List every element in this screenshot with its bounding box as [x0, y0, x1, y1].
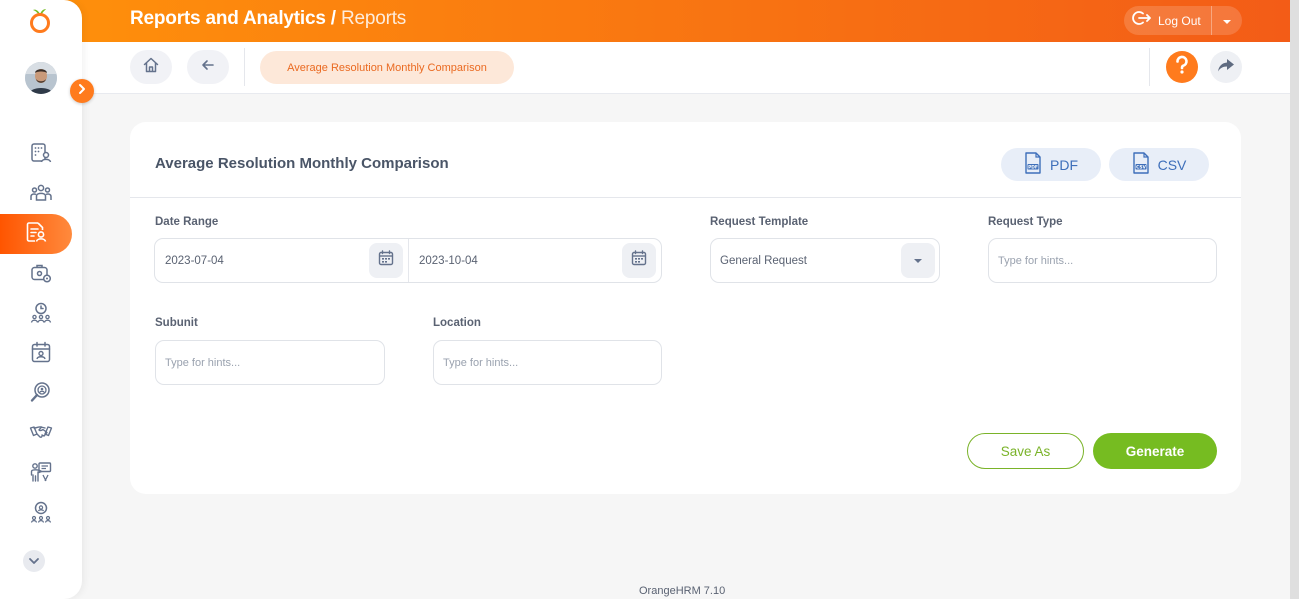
- date-range-field: 2023-07-04 2023-10-04: [154, 238, 662, 283]
- chevron-right-icon: [77, 82, 87, 100]
- export-pdf-button[interactable]: PDF PDF: [1001, 148, 1101, 181]
- share-arrow-icon: [1217, 57, 1235, 78]
- report-filter-card: Average Resolution Monthly Comparison PD…: [130, 122, 1241, 494]
- request-template-value: General Request: [720, 254, 807, 267]
- avatar[interactable]: [25, 62, 57, 94]
- recruitment-icon: [29, 380, 53, 409]
- sidebar-item-people[interactable]: [0, 175, 82, 215]
- location-input[interactable]: [443, 356, 661, 369]
- caret-down-icon: [1222, 12, 1232, 30]
- location-label: Location: [433, 317, 481, 329]
- logout-dropdown-button[interactable]: [1212, 6, 1242, 35]
- sidebar-item-relations[interactable]: [0, 414, 82, 454]
- breadcrumb: Average Resolution Monthly Comparison: [260, 51, 514, 84]
- caret-down-icon: [913, 255, 923, 267]
- arrow-left-icon: [200, 57, 216, 78]
- logout-button-group: Log Out: [1124, 6, 1242, 35]
- pdf-label: PDF: [1050, 156, 1078, 173]
- logout-label: Log Out: [1158, 13, 1201, 28]
- directory-icon: [29, 141, 53, 170]
- footer-version: OrangeHRM 7.10: [639, 585, 726, 597]
- sidebar-toggle-button[interactable]: [70, 79, 94, 103]
- request-type-input[interactable]: [998, 254, 1216, 267]
- title-separator: /: [325, 8, 341, 29]
- request-template-dropdown-button[interactable]: [901, 243, 935, 278]
- toolbar-divider: [244, 48, 245, 86]
- module-subtitle: Reports: [340, 8, 407, 29]
- chevron-down-icon: [28, 552, 40, 570]
- module-title: Reports and Analytics: [130, 8, 326, 29]
- sidebar-item-calendar[interactable]: [0, 334, 82, 374]
- request-type-label: Request Type: [988, 216, 1063, 228]
- calendar-icon: [29, 340, 53, 369]
- subunit-field: [155, 340, 385, 385]
- csv-file-icon: CSV: [1132, 152, 1158, 177]
- sidebar-item-time[interactable]: [0, 295, 82, 335]
- subunit-label: Subunit: [155, 317, 198, 329]
- svg-text:CSV: CSV: [1136, 164, 1146, 170]
- sidebar-item-directory[interactable]: [0, 135, 82, 175]
- card-divider: [130, 197, 1241, 198]
- request-template-label: Request Template: [710, 216, 809, 228]
- time-icon: [29, 301, 53, 330]
- date-to-calendar-button[interactable]: [622, 243, 656, 278]
- share-button[interactable]: [1210, 51, 1242, 83]
- top-header: Reports and Analytics / Reports Log Out: [0, 0, 1290, 42]
- generate-button[interactable]: Generate: [1093, 433, 1217, 469]
- sidebar-item-admin[interactable]: [0, 255, 82, 295]
- sidebar-item-training[interactable]: [0, 454, 82, 494]
- calendar-icon: [378, 250, 394, 271]
- request-template-select[interactable]: General Request: [710, 238, 940, 283]
- page-scrollbar[interactable]: [1290, 0, 1299, 599]
- csv-label: CSV: [1157, 156, 1187, 173]
- sidebar-item-recruitment[interactable]: [0, 374, 82, 414]
- reports-icon: [24, 220, 48, 249]
- orange-logo[interactable]: [28, 5, 52, 33]
- card-title: Average Resolution Monthly Comparison: [155, 155, 449, 172]
- sidebar-more-button[interactable]: [23, 550, 45, 572]
- location-field: [433, 340, 662, 385]
- people-icon: [29, 181, 53, 210]
- training-icon: [29, 460, 53, 489]
- handshake-icon: [29, 420, 53, 449]
- home-icon: [142, 56, 160, 79]
- action-bar: Average Resolution Monthly Comparison: [82, 42, 1290, 94]
- date-from-calendar-button[interactable]: [369, 243, 403, 278]
- svg-text:PDF: PDF: [1028, 164, 1038, 170]
- export-csv-button[interactable]: CSV CSV: [1109, 148, 1209, 181]
- toolbar-divider-right: [1149, 48, 1150, 86]
- subunit-input[interactable]: [165, 356, 384, 369]
- date-range-label: Date Range: [155, 216, 219, 228]
- logout-button[interactable]: Log Out: [1124, 6, 1212, 35]
- question-mark-icon: [1174, 55, 1190, 80]
- back-button[interactable]: [187, 50, 229, 84]
- sidebar-item-awards[interactable]: [0, 494, 82, 534]
- pdf-file-icon: PDF: [1024, 152, 1050, 177]
- page-title: Reports and Analytics / Reports: [130, 8, 406, 30]
- sidebar-item-reports[interactable]: [0, 214, 72, 254]
- save-as-button[interactable]: Save As: [967, 433, 1084, 469]
- request-type-field: [988, 238, 1217, 283]
- help-button[interactable]: [1166, 51, 1198, 83]
- calendar-icon: [631, 250, 647, 271]
- logout-icon: [1132, 10, 1152, 31]
- award-icon: [29, 500, 53, 529]
- admin-settings-icon: [29, 261, 53, 290]
- home-button[interactable]: [130, 50, 172, 84]
